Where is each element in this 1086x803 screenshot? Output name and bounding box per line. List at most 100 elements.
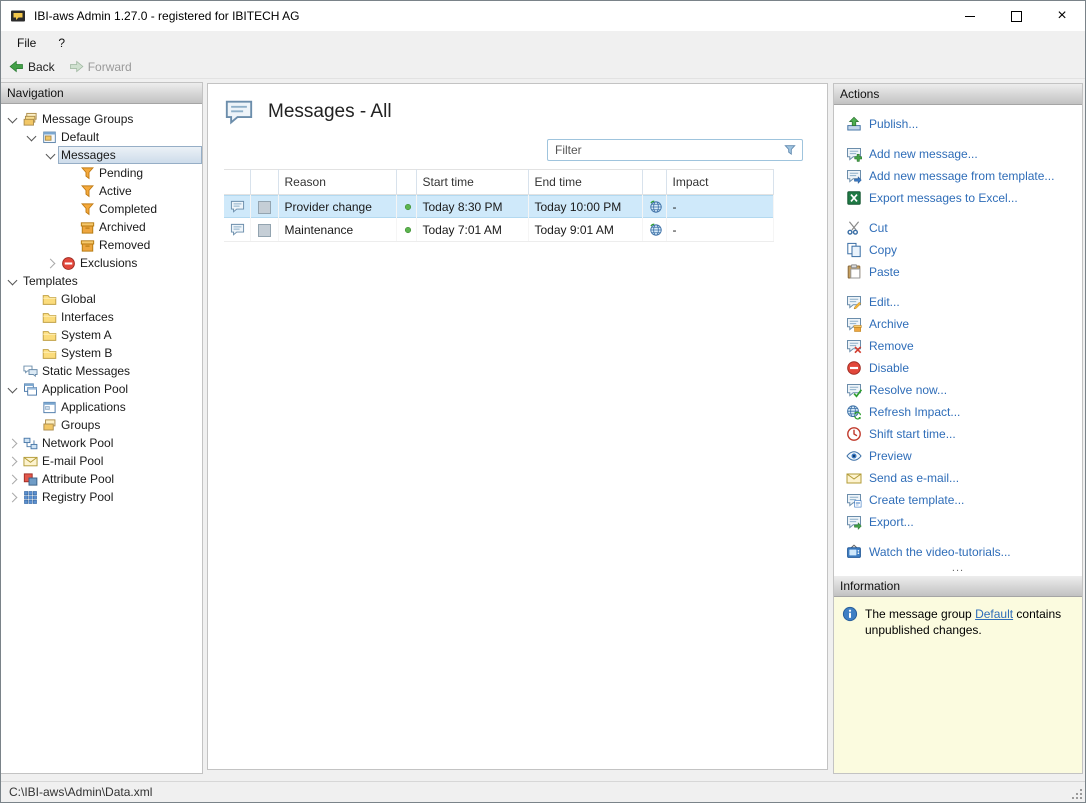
action-add-new-message-from-template[interactable]: Add new message from template... — [834, 165, 1082, 187]
action-send-as-e-mail[interactable]: Send as e-mail... — [834, 467, 1082, 489]
tree-item-completed[interactable]: Completed — [1, 200, 202, 218]
action-export-messages-to-excel[interactable]: Export messages to Excel... — [834, 187, 1082, 209]
tree-item-removed[interactable]: Removed — [1, 236, 202, 254]
tree-item-label: System A — [61, 328, 112, 342]
refresh-impact-icon — [846, 404, 862, 420]
tree-item-static-messages[interactable]: Static Messages — [1, 362, 202, 380]
action-archive[interactable]: Archive — [834, 313, 1082, 335]
tree-node-completed[interactable]: Completed — [77, 200, 202, 218]
column-header-reason[interactable]: Reason — [278, 170, 396, 195]
tree-node-archived[interactable]: Archived — [77, 218, 202, 236]
action-watch-the-video-tutorials[interactable]: Watch the video-tutorials... — [834, 541, 1082, 563]
action-refresh-impact[interactable]: Refresh Impact... — [834, 401, 1082, 423]
action-resolve-now[interactable]: Resolve now... — [834, 379, 1082, 401]
expander-open-icon[interactable] — [5, 272, 20, 290]
tree-node-system-b[interactable]: System B — [39, 344, 202, 362]
tree-node-removed[interactable]: Removed — [77, 236, 202, 254]
column-header-impact[interactable]: Impact — [666, 170, 773, 195]
close-button[interactable]: × — [1039, 1, 1085, 31]
expander-closed-icon[interactable] — [43, 254, 58, 272]
tree-node-active[interactable]: Active — [77, 182, 202, 200]
resize-grip[interactable] — [1070, 787, 1083, 800]
tree-item-templates[interactable]: Templates — [1, 272, 202, 290]
tree-node-message-groups[interactable]: Message Groups — [20, 110, 202, 128]
expander-open-icon[interactable] — [24, 128, 39, 146]
expander-closed-icon[interactable] — [5, 434, 20, 452]
menu-file[interactable]: File — [17, 36, 36, 50]
menu-help[interactable]: ? — [58, 36, 65, 50]
tree-item-system-a[interactable]: System A — [1, 326, 202, 344]
tree-item-groups[interactable]: Groups — [1, 416, 202, 434]
tree-item-message-groups[interactable]: Message Groups — [1, 110, 202, 128]
tree-item-attribute-pool[interactable]: Attribute Pool — [1, 470, 202, 488]
tree-item-application-pool[interactable]: Application Pool — [1, 380, 202, 398]
tree-node-static-messages[interactable]: Static Messages — [20, 362, 202, 380]
action-copy[interactable]: Copy — [834, 239, 1082, 261]
action-preview[interactable]: Preview — [834, 445, 1082, 467]
tree-item-messages[interactable]: Messages — [1, 146, 202, 164]
cell-message-icon — [224, 218, 250, 242]
tree-node-groups[interactable]: Groups — [39, 416, 202, 434]
expander-open-icon[interactable] — [43, 146, 58, 164]
tree-item-registry-pool[interactable]: Registry Pool — [1, 488, 202, 506]
tree-node-interfaces[interactable]: Interfaces — [39, 308, 202, 326]
tree-item-network-pool[interactable]: Network Pool — [1, 434, 202, 452]
tree-item-global[interactable]: Global — [1, 290, 202, 308]
action-export[interactable]: Export... — [834, 511, 1082, 533]
action-add-new-message[interactable]: Add new message... — [834, 143, 1082, 165]
tree-item-archived[interactable]: Archived — [1, 218, 202, 236]
tree-node-network-pool[interactable]: Network Pool — [20, 434, 202, 452]
expander-closed-icon[interactable] — [5, 470, 20, 488]
forward-arrow-icon — [69, 59, 84, 74]
filter-funnel-icon[interactable] — [783, 143, 797, 157]
tree-node-global[interactable]: Global — [39, 290, 202, 308]
action-publish[interactable]: Publish... — [834, 113, 1082, 135]
tree-item-default[interactable]: Default — [1, 128, 202, 146]
expander-open-icon[interactable] — [5, 380, 20, 398]
tree-node-pending[interactable]: Pending — [77, 164, 202, 182]
tree-item-applications[interactable]: Applications — [1, 398, 202, 416]
action-create-template[interactable]: Create template... — [834, 489, 1082, 511]
tree-node-exclusions[interactable]: Exclusions — [58, 254, 202, 272]
tree-item-pending[interactable]: Pending — [1, 164, 202, 182]
minimize-button[interactable] — [947, 1, 993, 31]
tree-node-registry-pool[interactable]: Registry Pool — [20, 488, 202, 506]
action-shift-start-time[interactable]: Shift start time... — [834, 423, 1082, 445]
tree-item-system-b[interactable]: System B — [1, 344, 202, 362]
expander-closed-icon[interactable] — [5, 452, 20, 470]
back-button[interactable]: Back — [9, 59, 55, 74]
tree-node-applications[interactable]: Applications — [39, 398, 202, 416]
maximize-button[interactable] — [993, 1, 1039, 31]
expander-open-icon[interactable] — [5, 110, 20, 128]
filter-input[interactable] — [548, 143, 783, 157]
column-header-end-time[interactable]: End time — [528, 170, 642, 195]
tree-item-active[interactable]: Active — [1, 182, 202, 200]
action-disable[interactable]: Disable — [834, 357, 1082, 379]
action-paste[interactable]: Paste — [834, 261, 1082, 283]
tree-node-system-a[interactable]: System A — [39, 326, 202, 344]
tree-item-interfaces[interactable]: Interfaces — [1, 308, 202, 326]
table-row-maintenance[interactable]: MaintenanceToday 7:01 AMToday 9:01 AM- — [224, 218, 773, 242]
folder-icon — [42, 346, 57, 361]
tree-node-attribute-pool[interactable]: Attribute Pool — [20, 470, 202, 488]
tree-node-e-mail-pool[interactable]: E-mail Pool — [20, 452, 202, 470]
expander-closed-icon[interactable] — [5, 488, 20, 506]
tree-item-e-mail-pool[interactable]: E-mail Pool — [1, 452, 202, 470]
column-header-start-time[interactable]: Start time — [416, 170, 528, 195]
tree-node-messages[interactable]: Messages — [58, 146, 202, 164]
actions-more-indicator[interactable]: ... — [834, 562, 1082, 574]
table-row-provider-change[interactable]: Provider changeToday 8:30 PMToday 10:00 … — [224, 195, 773, 219]
tree-item-exclusions[interactable]: Exclusions — [1, 254, 202, 272]
action-cut[interactable]: Cut — [834, 217, 1082, 239]
tree-node-default[interactable]: Default — [39, 128, 202, 146]
tree-item-label: Removed — [99, 238, 150, 252]
tree-item-label: Active — [99, 184, 132, 198]
cell-reason: Maintenance — [278, 218, 396, 242]
default-group-link[interactable]: Default — [975, 607, 1013, 621]
navigation-tree: Message GroupsDefaultMessagesPending Acti… — [1, 104, 202, 506]
forward-button[interactable]: Forward — [69, 59, 132, 74]
tree-node-templates[interactable]: Templates — [20, 272, 202, 290]
tree-node-application-pool[interactable]: Application Pool — [20, 380, 202, 398]
action-edit[interactable]: Edit... — [834, 291, 1082, 313]
action-remove[interactable]: Remove — [834, 335, 1082, 357]
